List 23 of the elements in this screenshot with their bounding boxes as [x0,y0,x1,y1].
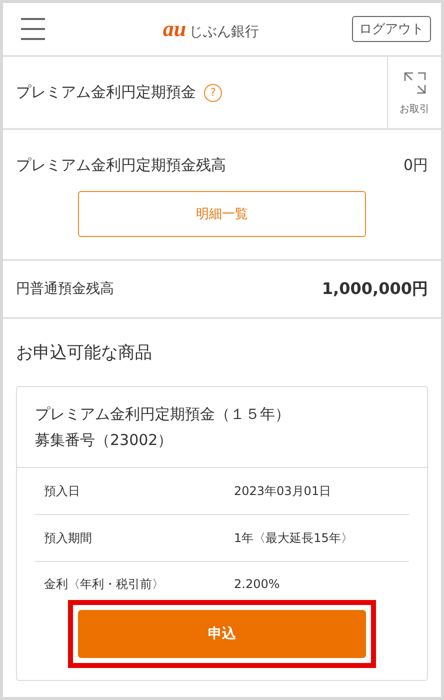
balance-label: プレミアム金利円定期預金残高 [16,156,226,175]
card-title: プレミアム金利円定期預金（１５年） [35,404,291,425]
logo-text: じぶん銀行 [189,23,260,41]
detail-label: 金利〈年利・税引前〉 [44,576,165,592]
savings-label: 円普通預金残高 [16,280,114,298]
balance-amount: 0円 [403,156,428,175]
product-title: プレミアム金利円定期預金 [16,83,196,102]
logo-mark: au [162,16,186,42]
detail-value: 1年〈最大延長15年〉 [234,530,353,546]
menu-icon[interactable] [20,17,46,41]
transaction-button[interactable]: お取引 [387,57,441,128]
recruitment-number: 募集番号（23002） [35,430,174,451]
apply-button[interactable]: 申込 [78,610,366,658]
detail-label: 預入日 [44,482,81,500]
detail-label: 預入期間 [44,530,93,546]
offers-heading: お申込可能な商品 [16,342,153,364]
savings-amount: 1,000,000円 [322,278,428,300]
help-icon[interactable]: ? [204,84,222,102]
arrows-icon [402,70,428,96]
logout-button[interactable]: ログアウト [352,16,431,42]
detail-value: 2.200% [234,577,280,591]
detail-value: 2023年03月01日 [234,482,332,500]
details-button[interactable]: 明細一覧 [78,191,366,237]
